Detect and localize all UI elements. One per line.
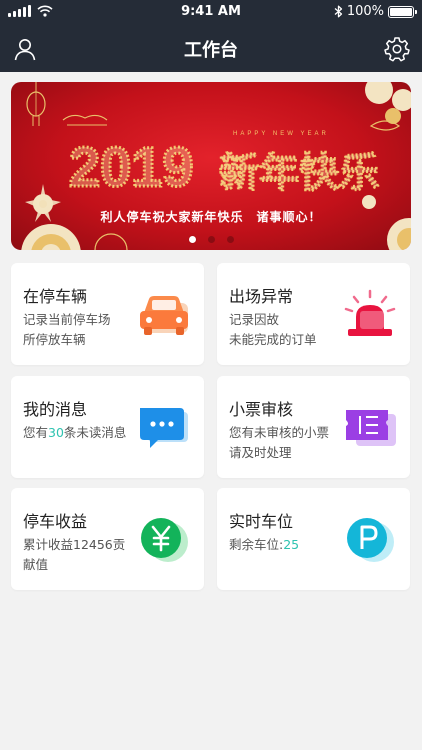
- card-parking-revenue[interactable]: 停车收益 累计收益12456贡 献值: [11, 488, 204, 590]
- yuan-icon: [141, 518, 188, 562]
- carousel-dot[interactable]: [226, 236, 234, 243]
- battery-percent: 100%: [346, 4, 384, 19]
- card-title: 在停车辆: [23, 287, 88, 306]
- spaces-count: 25: [283, 537, 300, 552]
- carousel-dot[interactable]: [188, 236, 196, 243]
- unread-count: 30: [48, 425, 64, 440]
- banner-happy-new-year: HAPPY NEW YEAR: [233, 131, 329, 137]
- card-description: 剩余车位:25: [229, 537, 300, 552]
- card-title: 停车收益: [23, 512, 88, 531]
- ticket-icon: [346, 410, 396, 446]
- car-icon: [140, 296, 188, 335]
- parking-icon: [347, 518, 394, 562]
- card-ticket-review[interactable]: 小票审核 您有未审核的小票 请及时处理: [217, 376, 410, 478]
- status-bar: 9:41 AM 100%: [0, 0, 422, 24]
- card-parked-vehicles[interactable]: 在停车辆 记录当前停车场 所停放车辆: [11, 263, 204, 365]
- message-icon: [140, 408, 188, 448]
- card-title: 我的消息: [23, 400, 88, 419]
- card-description: 记录因故 未能完成的订单: [229, 312, 317, 347]
- carousel-dot[interactable]: [207, 236, 215, 243]
- card-title: 实时车位: [229, 512, 294, 531]
- banner-headline: 利人停车祝大家新年快乐 诸事顺心！: [100, 210, 322, 224]
- card-exit-exceptions[interactable]: 出场异常 记录因故 未能完成的订单: [217, 263, 410, 365]
- card-title: 出场异常: [229, 287, 294, 306]
- card-description: 记录当前停车场 所停放车辆: [23, 312, 111, 347]
- card-description: 累计收益12456贡 献值: [23, 537, 126, 572]
- promo-banner[interactable]: 2019 2019 HAPPY NEW YEAR 新年快乐 新年快乐 利人停车祝…: [11, 82, 411, 250]
- card-title: 小票审核: [229, 400, 294, 419]
- card-realtime-spaces[interactable]: 实时车位 剩余车位:25: [217, 488, 410, 590]
- page-title: 工作台: [184, 40, 238, 61]
- top-bar: 9:41 AM 100% 工作台: [0, 0, 422, 72]
- card-my-messages[interactable]: 我的消息 您有30条未读消息: [11, 376, 204, 478]
- svg-text:新年快乐: 新年快乐: [219, 150, 379, 196]
- battery-icon: [388, 5, 417, 18]
- svg-text:2019: 2019: [69, 135, 194, 198]
- card-description: 您有30条未读消息: [23, 425, 127, 440]
- header: 工作台: [0, 24, 422, 72]
- bluetooth-icon: [334, 5, 342, 18]
- gear-icon[interactable]: [384, 36, 410, 62]
- alarm-light-icon: [344, 289, 396, 336]
- carousel-indicator: [0, 236, 422, 243]
- card-description: 您有未审核的小票 请及时处理: [229, 425, 330, 460]
